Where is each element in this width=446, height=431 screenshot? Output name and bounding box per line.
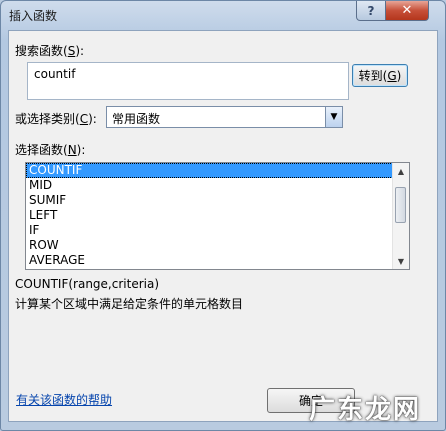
dialog-body: 搜索函数(S): countif 转到(G) 或选择类别(C): 常用函数 ▼ … <box>8 30 438 422</box>
window-title: 插入函数 <box>9 9 58 23</box>
watermark-text: 广东龙网 <box>309 395 422 425</box>
insert-function-dialog: 插入函数 ? ✕ 搜索函数(S): countif 转到(G) 或选择类别(C)… <box>0 0 446 431</box>
function-list-item[interactable]: SUMIF <box>26 193 409 208</box>
function-signature: COUNTIF(range,criteria) <box>15 277 159 291</box>
dropdown-arrow-icon[interactable]: ▼ <box>325 107 342 127</box>
search-input[interactable]: countif <box>27 62 349 100</box>
scroll-down-arrow-icon[interactable]: ▼ <box>393 253 409 269</box>
function-description: 计算某个区域中满足给定条件的单元格数目 <box>15 297 244 311</box>
close-button[interactable]: ✕ <box>385 1 429 21</box>
help-button[interactable]: ? <box>356 1 386 21</box>
scrollbar-thumb[interactable] <box>395 187 406 223</box>
function-list-items: COUNTIF MID SUMIF LEFT IF ROW AVERAGE <box>26 163 409 268</box>
close-x-icon: ✕ <box>401 3 413 18</box>
goto-button[interactable]: 转到(G) <box>352 64 408 87</box>
category-label: 或选择类别(C): <box>15 112 97 126</box>
function-list-item[interactable]: LEFT <box>26 208 409 223</box>
title-bar: 插入函数 ? ✕ <box>1 1 445 29</box>
search-input-value: countif <box>34 67 76 81</box>
function-list-item[interactable]: MID <box>26 178 409 193</box>
function-list-label: 选择函数(N): <box>15 143 86 157</box>
function-list[interactable]: COUNTIF MID SUMIF LEFT IF ROW AVERAGE ▲ ▼ <box>25 162 410 270</box>
function-list-item[interactable]: AVERAGE <box>26 253 409 268</box>
function-list-scrollbar[interactable]: ▲ ▼ <box>392 163 409 269</box>
category-selected-value: 常用函数 <box>112 112 161 126</box>
search-label: 搜索函数(S): <box>15 44 85 58</box>
question-mark-icon: ? <box>367 3 375 18</box>
function-help-link[interactable]: 有关该函数的帮助 <box>16 391 112 408</box>
function-list-item[interactable]: COUNTIF <box>26 163 409 178</box>
scroll-up-arrow-icon[interactable]: ▲ <box>393 163 409 179</box>
function-list-item[interactable]: IF <box>26 223 409 238</box>
function-list-item[interactable]: ROW <box>26 238 409 253</box>
category-select[interactable]: 常用函数 ▼ <box>106 106 343 128</box>
